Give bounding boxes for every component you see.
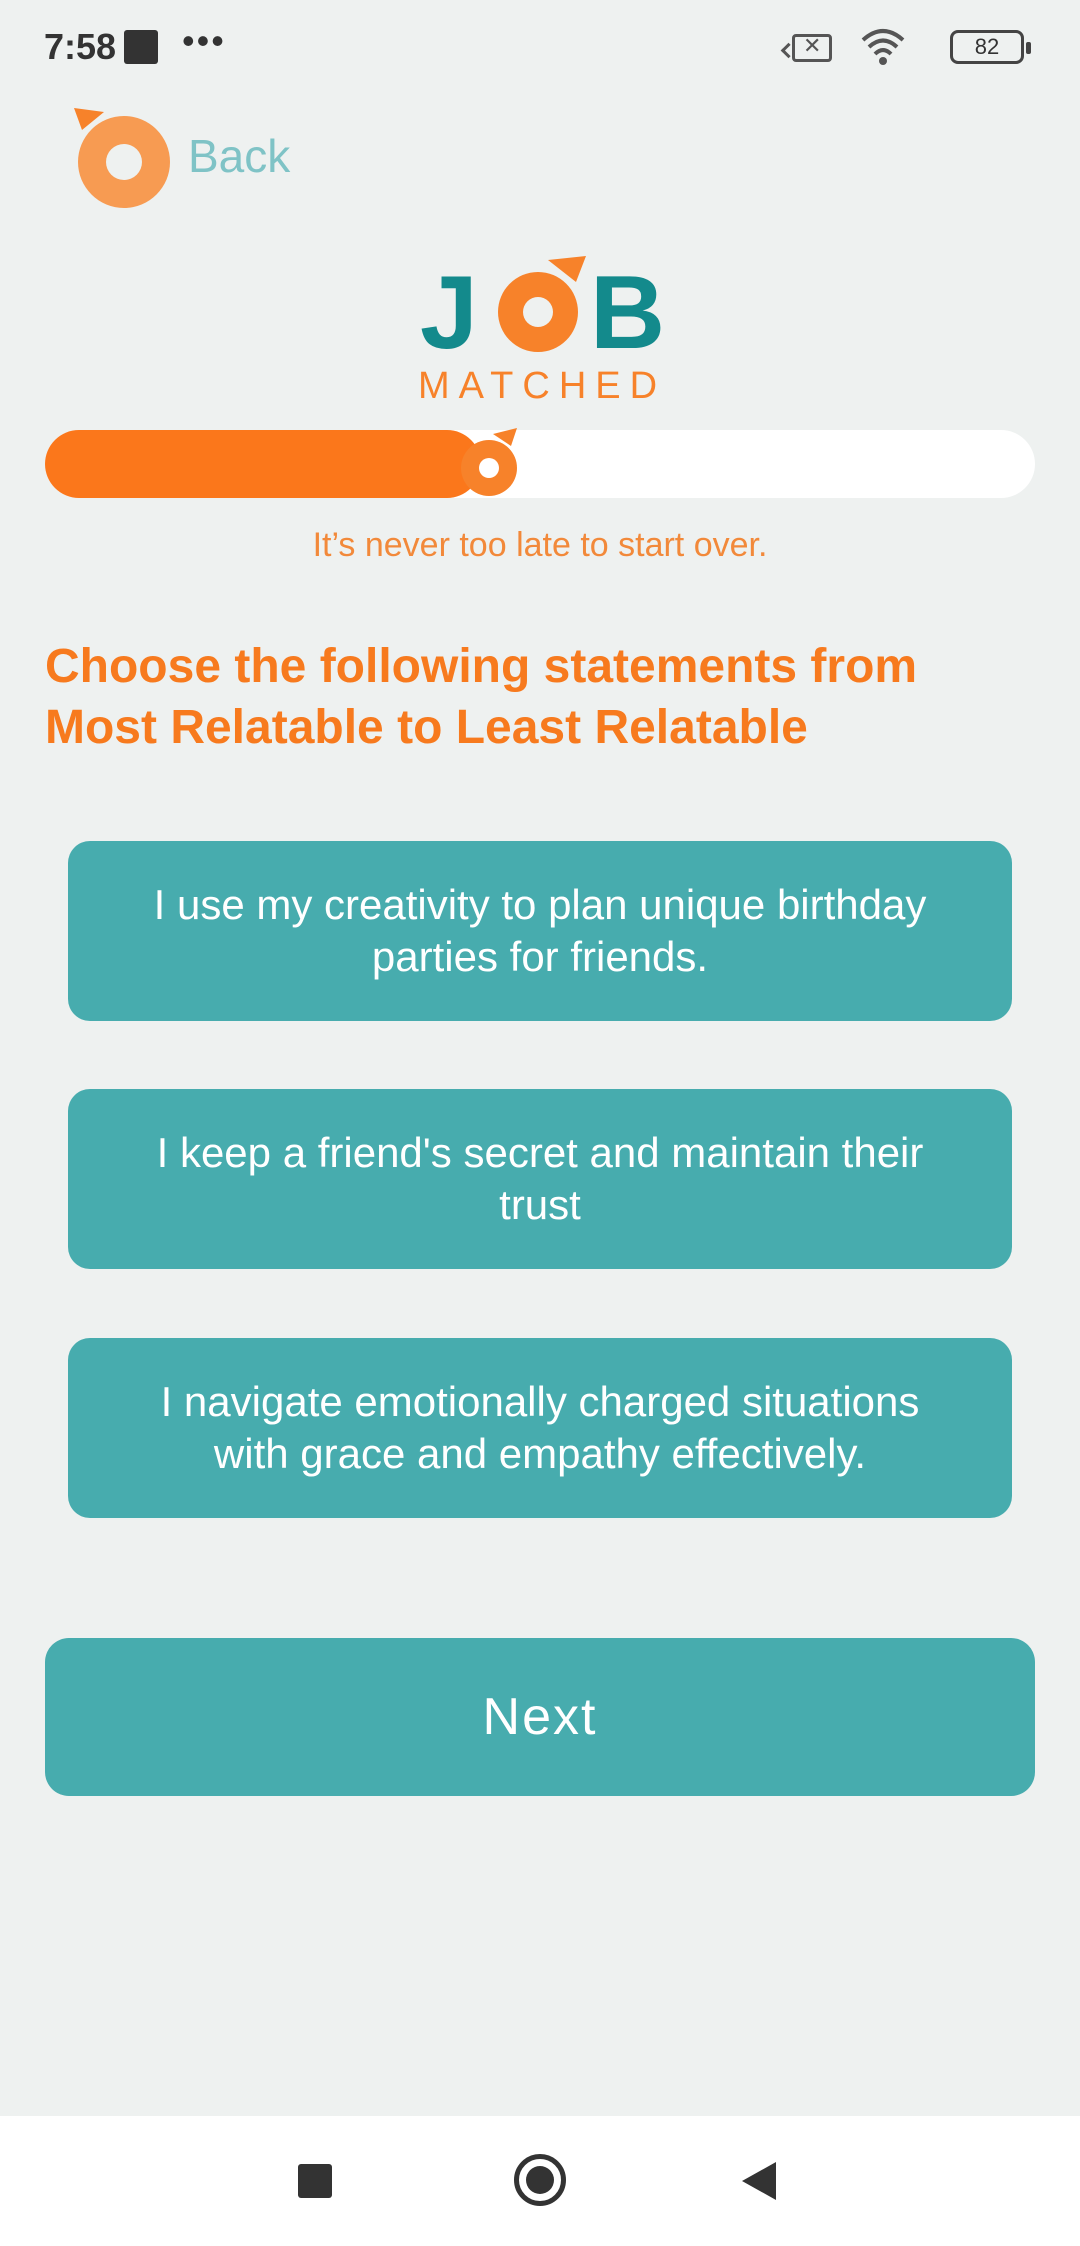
status-time: 7:58: [44, 26, 117, 67]
progress-fill: [45, 430, 481, 498]
progress-tagline: It’s never too late to start over.: [312, 526, 768, 564]
statement-option-text: I keep a friend's secret and maintain th…: [156, 1129, 924, 1228]
logo-matched: MATCHED: [418, 365, 666, 406]
statement-option-1[interactable]: I use my creativity to plan unique birth…: [68, 841, 1012, 1021]
no-sim-icon: ✕: [792, 33, 832, 62]
more-notifications-icon: •••: [182, 20, 226, 61]
back-logo-icon: [74, 108, 170, 208]
nav-back-icon[interactable]: [742, 2162, 776, 2200]
statement-option-2[interactable]: I keep a friend's secret and maintain th…: [68, 1089, 1012, 1269]
statement-option-3[interactable]: I navigate emotionally charged situation…: [68, 1338, 1012, 1518]
status-icons: ✕ 82: [764, 28, 1031, 68]
logo-j: J: [420, 256, 478, 371]
question-title: Choose the following statements from Mos…: [45, 640, 918, 754]
back-label: Back: [188, 130, 291, 182]
system-nav-bar: [0, 2116, 1080, 2246]
logo-b: B: [590, 256, 665, 371]
logo-o-hole: [523, 297, 553, 327]
progress-bar: [45, 428, 1035, 498]
recents-icon[interactable]: [298, 2164, 332, 2198]
status-bar: 7:58 ••• ✕ 82: [0, 0, 1080, 96]
next-button[interactable]: Next: [45, 1638, 1035, 1796]
statement-option-text: I navigate emotionally charged situation…: [160, 1378, 920, 1477]
home-icon[interactable]: [514, 2154, 566, 2206]
zomato-notification-icon: [124, 30, 158, 64]
battery-icon: 82: [950, 30, 1031, 64]
back-button[interactable]: Back: [72, 104, 332, 216]
progress-marker-icon: [461, 428, 517, 496]
job-matched-logo: J B MATCHED: [418, 256, 666, 406]
wifi-icon: [861, 29, 905, 65]
statement-option-text: I use my creativity to plan unique birth…: [153, 881, 927, 980]
